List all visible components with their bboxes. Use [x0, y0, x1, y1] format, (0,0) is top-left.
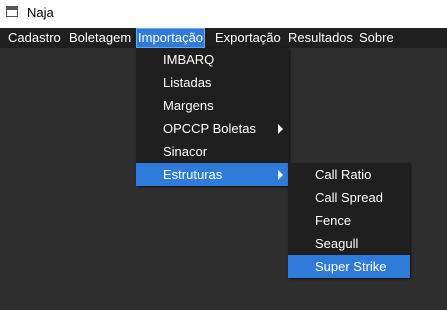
- menu-boletagem[interactable]: Boletagem: [67, 28, 133, 48]
- title-bar: Naja: [0, 0, 447, 28]
- menu-item-call-ratio[interactable]: Call Ratio: [288, 163, 410, 186]
- menu-item-super-strike[interactable]: Super Strike: [288, 255, 410, 278]
- menu-item-margens[interactable]: Margens: [136, 94, 289, 117]
- menu-bar: Cadastro Boletagem Importação Exportação…: [0, 28, 447, 48]
- menu-item-label: Call Ratio: [315, 167, 372, 182]
- menu-item-seagull[interactable]: Seagull: [288, 232, 410, 255]
- submenu-arrow-icon: [278, 170, 283, 180]
- window-title: Naja: [27, 5, 54, 20]
- menu-item-label: IMBARQ: [163, 52, 215, 67]
- menu-exportacao[interactable]: Exportação: [213, 28, 283, 48]
- menu-item-label: Listadas: [163, 75, 212, 90]
- app-window: Naja Cadastro Boletagem Importação Expor…: [0, 0, 447, 310]
- menu-item-label: Super Strike: [315, 259, 387, 274]
- menu-sobre[interactable]: Sobre: [357, 28, 396, 48]
- menu-cadastro[interactable]: Cadastro: [6, 28, 63, 48]
- menu-item-fence[interactable]: Fence: [288, 209, 410, 232]
- submenu-arrow-icon: [278, 124, 283, 134]
- menu-item-label: Estruturas: [163, 167, 223, 182]
- menu-item-estruturas[interactable]: Estruturas: [136, 163, 289, 186]
- menu-item-imbarq[interactable]: IMBARQ: [136, 48, 289, 71]
- menu-item-opccp-boletas[interactable]: OPCCP Boletas: [136, 117, 289, 140]
- menu-item-label: Sinacor: [163, 144, 208, 159]
- menu-item-call-spread[interactable]: Call Spread: [288, 186, 410, 209]
- estruturas-submenu: Call Ratio Call Spread Fence Seagull Sup…: [288, 163, 410, 278]
- menu-item-label: Call Spread: [315, 190, 383, 205]
- menu-resultados[interactable]: Resultados: [286, 28, 355, 48]
- menu-importacao[interactable]: Importação: [136, 28, 206, 48]
- menu-item-listadas[interactable]: Listadas: [136, 71, 289, 94]
- menu-item-label: Margens: [163, 98, 214, 113]
- menu-item-sinacor[interactable]: Sinacor: [136, 140, 289, 163]
- menu-item-label: Seagull: [315, 236, 359, 251]
- importacao-dropdown: IMBARQ Listadas Margens OPCCP Boletas Si…: [136, 48, 289, 186]
- menu-item-label: OPCCP Boletas: [163, 121, 256, 136]
- app-window-icon: [6, 6, 18, 17]
- menu-item-label: Fence: [315, 213, 352, 228]
